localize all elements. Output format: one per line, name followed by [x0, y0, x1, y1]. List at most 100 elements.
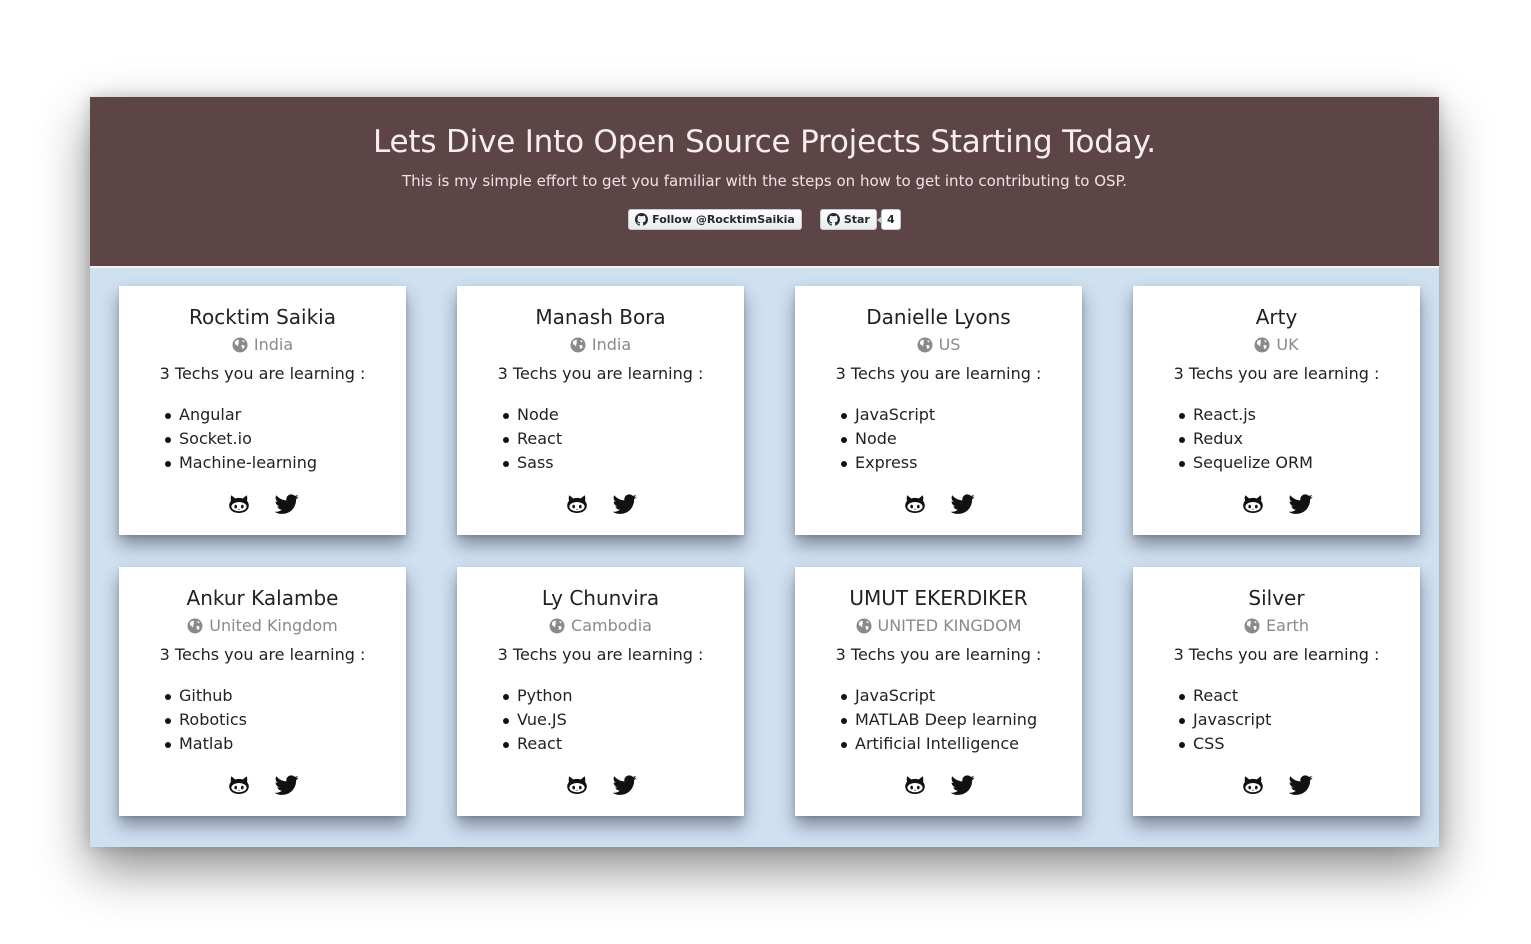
- learning-label: 3 Techs you are learning :: [1173, 364, 1380, 383]
- learning-label: 3 Techs you are learning :: [835, 645, 1042, 664]
- github-mark-icon: [635, 212, 649, 226]
- contributor-name: Silver: [1248, 586, 1305, 610]
- twitter-icon[interactable]: [1288, 773, 1313, 797]
- learning-label: 3 Techs you are learning :: [497, 364, 704, 383]
- contributor-card: Silver Earth 3 Techs you are learning : …: [1133, 567, 1420, 816]
- tech-list: Node React Sass: [501, 403, 562, 475]
- twitter-icon[interactable]: [1288, 492, 1313, 516]
- tech-list-item: CSS: [1177, 732, 1271, 756]
- contributor-country: Cambodia: [457, 615, 744, 637]
- globe-icon: [549, 618, 565, 634]
- contributor-country: India: [457, 334, 744, 356]
- learning-label: 3 Techs you are learning :: [497, 645, 704, 664]
- globe-icon: [856, 618, 871, 634]
- tech-list-item: Matlab: [163, 732, 247, 756]
- tech-list-item: JavaScript: [839, 684, 1037, 708]
- star-button[interactable]: Star: [819, 208, 877, 230]
- tech-list-item: Sass: [501, 451, 562, 475]
- contributor-name: Danielle Lyons: [866, 305, 1011, 329]
- tech-list-item: MATLAB Deep learning: [839, 708, 1037, 732]
- tech-list-item: Angular: [163, 403, 317, 427]
- contributor-country: UNITED KINGDOM: [795, 615, 1082, 637]
- contributor-card: Danielle Lyons US 3 Techs you are learni…: [795, 286, 1082, 535]
- star-label: Star: [843, 212, 870, 226]
- learning-label: 3 Techs you are learning :: [1173, 645, 1380, 664]
- contributor-country: India: [119, 334, 406, 356]
- follow-label: Follow @RocktimSaikia: [652, 212, 795, 226]
- social-links: [795, 492, 1082, 516]
- social-links: [795, 773, 1082, 797]
- github-icon[interactable]: [1241, 773, 1265, 797]
- contributor-country: Earth: [1133, 615, 1420, 637]
- tech-list-item: Robotics: [163, 708, 247, 732]
- contributor-country: UK: [1133, 334, 1420, 356]
- twitter-icon[interactable]: [612, 492, 637, 516]
- github-icon[interactable]: [565, 773, 589, 797]
- star-count[interactable]: 4: [876, 208, 901, 230]
- social-links: [457, 773, 744, 797]
- github-mark-icon: [826, 212, 840, 226]
- tech-list: Python Vue.JS React: [501, 684, 572, 756]
- contributor-card: Rocktim Saikia India 3 Techs you are lea…: [119, 286, 406, 535]
- twitter-icon[interactable]: [274, 492, 299, 516]
- tech-list-item: Github: [163, 684, 247, 708]
- page-subtitle: This is my simple effort to get you fami…: [401, 172, 1128, 190]
- github-icon[interactable]: [903, 492, 927, 516]
- tech-list-item: React: [501, 427, 562, 451]
- contributor-country: US: [795, 334, 1082, 356]
- tech-list-item: JavaScript: [839, 403, 935, 427]
- globe-icon: [917, 337, 933, 353]
- twitter-icon[interactable]: [950, 773, 975, 797]
- tech-list: Github Robotics Matlab: [163, 684, 247, 756]
- tech-list-item: Express: [839, 451, 935, 475]
- github-icon[interactable]: [565, 492, 589, 516]
- contributor-name: Rocktim Saikia: [189, 305, 336, 329]
- contributor-name: UMUT EKERDIKER: [849, 586, 1028, 610]
- social-links: [119, 492, 406, 516]
- social-links: [1133, 773, 1420, 797]
- contributor-name: Arty: [1255, 305, 1298, 329]
- contributor-name: Ly Chunvira: [541, 586, 660, 610]
- follow-button[interactable]: Follow @RocktimSaikia: [628, 208, 802, 230]
- github-icon[interactable]: [903, 773, 927, 797]
- github-badges: Follow @RocktimSaikia Star 4: [90, 208, 1439, 230]
- tech-list-item: Python: [501, 684, 572, 708]
- contributor-country: United Kingdom: [119, 615, 406, 637]
- tech-list-item: Node: [501, 403, 562, 427]
- tech-list: JavaScript Node Express: [839, 403, 935, 475]
- twitter-icon[interactable]: [612, 773, 637, 797]
- tech-list-item: Machine-learning: [163, 451, 317, 475]
- tech-list-item: React: [1177, 684, 1271, 708]
- page-title: Lets Dive Into Open Source Projects Star…: [373, 124, 1156, 160]
- globe-icon: [1254, 337, 1270, 353]
- twitter-icon[interactable]: [274, 773, 299, 797]
- tech-list-item: React.js: [1177, 403, 1313, 427]
- globe-icon: [187, 618, 203, 634]
- tech-list-item: Redux: [1177, 427, 1313, 451]
- country-label: Earth: [1266, 616, 1309, 635]
- country-label: Cambodia: [571, 616, 652, 635]
- github-icon[interactable]: [227, 492, 251, 516]
- contributor-card: Ankur Kalambe United Kingdom 3 Techs you…: [119, 567, 406, 816]
- country-label: United Kingdom: [209, 616, 338, 635]
- country-label: India: [591, 335, 632, 354]
- hero-header: Lets Dive Into Open Source Projects Star…: [90, 97, 1439, 268]
- twitter-icon[interactable]: [950, 492, 975, 516]
- tech-list: React.js Redux Sequelize ORM: [1177, 403, 1313, 475]
- tech-list-item: Artificial Intelligence: [839, 732, 1037, 756]
- tech-list-item: Javascript: [1177, 708, 1271, 732]
- tech-list: Angular Socket.io Machine-learning: [163, 403, 317, 475]
- country-label: US: [938, 335, 961, 354]
- contributor-name: Ankur Kalambe: [186, 586, 339, 610]
- tech-list: JavaScript MATLAB Deep learning Artificial…: [839, 684, 1037, 756]
- country-label: UNITED KINGDOM: [877, 616, 1022, 635]
- contributor-card: UMUT EKERDIKER UNITED KINGDOM 3 Techs yo…: [795, 567, 1082, 816]
- globe-icon: [570, 337, 586, 353]
- github-icon[interactable]: [1241, 492, 1265, 516]
- tech-list-item: React: [501, 732, 572, 756]
- tech-list-item: Node: [839, 427, 935, 451]
- globe-icon: [232, 337, 248, 353]
- contributor-name: Manash Bora: [535, 305, 666, 329]
- github-icon[interactable]: [227, 773, 251, 797]
- learning-label: 3 Techs you are learning :: [835, 364, 1042, 383]
